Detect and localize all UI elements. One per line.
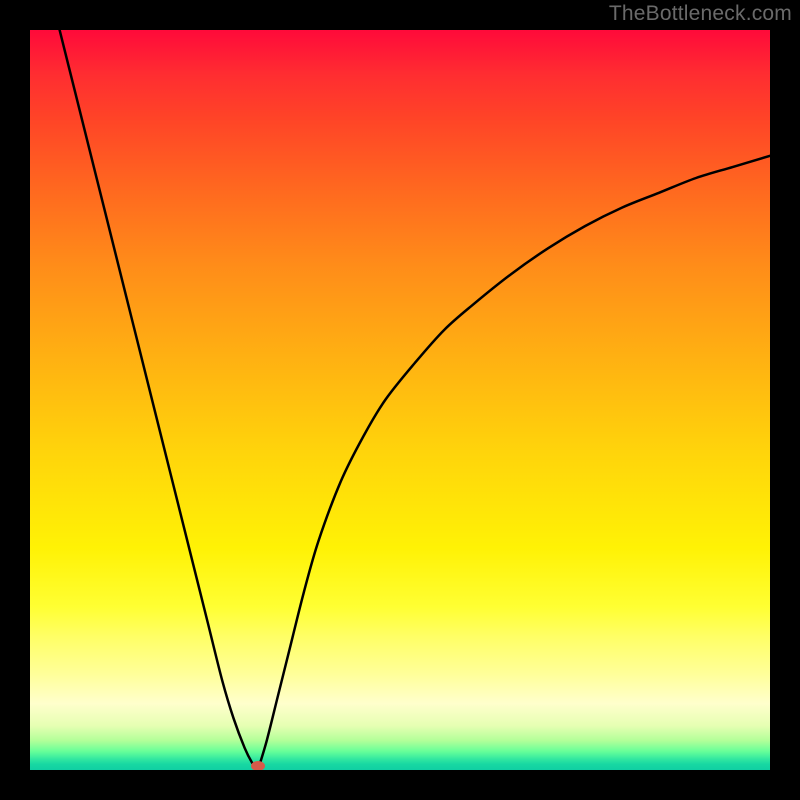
chart-frame: TheBottleneck.com — [0, 0, 800, 800]
watermark-text: TheBottleneck.com — [609, 2, 792, 26]
plot-area — [30, 30, 770, 770]
bottleneck-curve — [30, 30, 770, 770]
optimal-point-marker — [251, 761, 265, 770]
